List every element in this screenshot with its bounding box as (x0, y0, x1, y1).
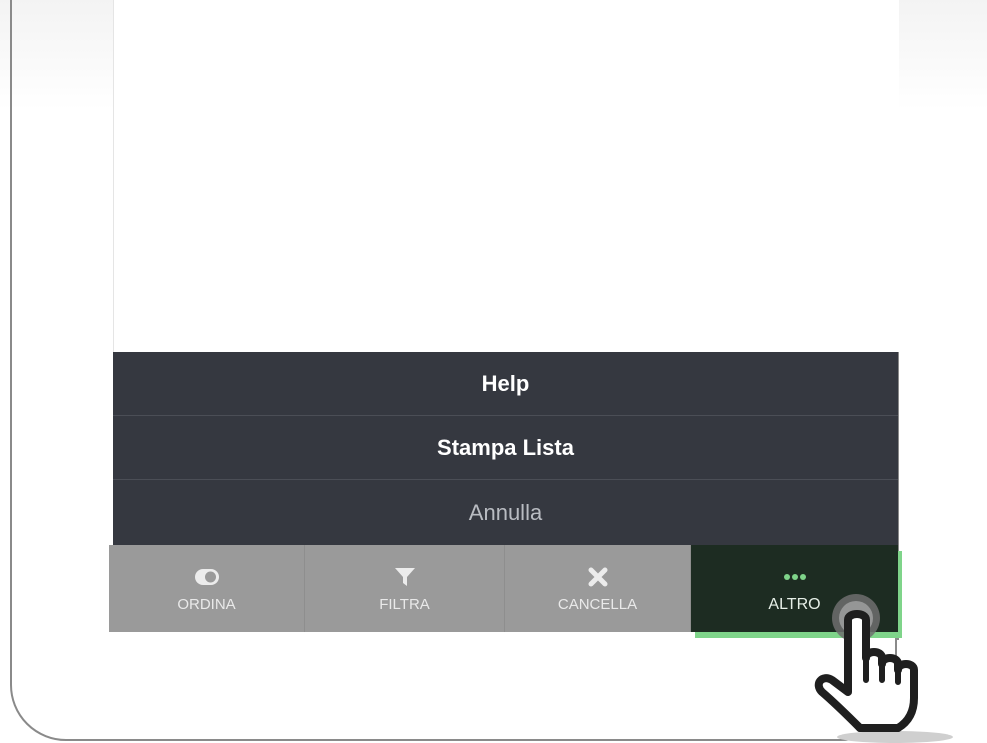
delete-button[interactable]: CANCELLA (505, 545, 691, 632)
tap-gesture-hand-icon (814, 594, 953, 743)
action-sheet: Help Stampa Lista Annulla (113, 352, 898, 545)
delete-button-label: CANCELLA (557, 596, 638, 613)
sort-button-label: ORDINA (177, 596, 236, 613)
sort-button[interactable]: ORDINA (109, 545, 305, 632)
filter-icon (393, 564, 417, 590)
print-list-option-label: Stampa Lista (437, 434, 574, 460)
toggle-icon (194, 564, 220, 590)
cancel-option[interactable]: Annulla (113, 480, 898, 545)
filter-button[interactable]: FILTRA (305, 545, 505, 632)
close-icon (587, 564, 609, 590)
filter-button-label: FILTRA (379, 596, 430, 613)
help-option-label: Help (481, 370, 530, 396)
help-option[interactable]: Help (113, 352, 898, 416)
bottom-toolbar: ORDINA FILTRA CANCELLA ALTRO (109, 545, 898, 632)
cancel-option-label: Annulla (468, 499, 543, 525)
print-list-option[interactable]: Stampa Lista (113, 416, 898, 480)
screen-content-area (113, 0, 899, 352)
